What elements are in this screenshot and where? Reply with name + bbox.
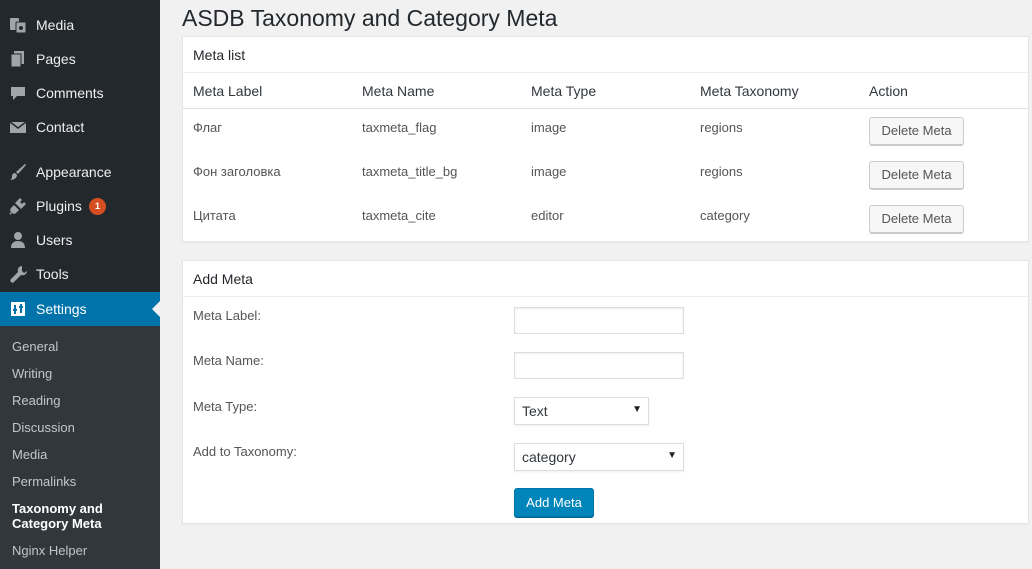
sidebar-item-label: Comments <box>36 85 104 101</box>
row-meta-type: image <box>531 164 567 179</box>
wrench-icon <box>9 265 27 283</box>
delete-meta-button[interactable]: Delete Meta <box>869 117 964 145</box>
column-header-meta-label: Meta Label <box>193 83 263 99</box>
meta-name-label: Meta Name: <box>193 353 264 368</box>
row-meta-name: taxmeta_flag <box>362 120 437 135</box>
mail-icon <box>9 118 27 136</box>
meta-name-input[interactable] <box>514 352 684 379</box>
sidebar-item-label: Tools <box>36 266 69 282</box>
taxonomy-selected: category <box>522 449 576 465</box>
page-title: ASDB Taxonomy and Category Meta <box>182 5 558 31</box>
chevron-down-icon: ▼ <box>667 450 677 461</box>
meta-type-label: Meta Type: <box>193 399 258 414</box>
submenu-item-nginx-helper[interactable]: Nginx Helper <box>12 543 152 558</box>
submenu-item-permalinks[interactable]: Permalinks <box>12 474 152 489</box>
row-meta-label: Цитата <box>193 208 236 223</box>
table-header-divider <box>183 108 1028 109</box>
row-meta-type: editor <box>531 208 564 223</box>
submenu-item-discussion[interactable]: Discussion <box>12 420 152 435</box>
meta-list-panel: Meta list Meta Label Meta Name Meta Type… <box>182 36 1029 242</box>
row-meta-type: image <box>531 120 567 135</box>
users-icon <box>9 231 27 249</box>
add-meta-panel: Add Meta Meta Label: Meta Name: Meta Typ… <box>182 260 1029 524</box>
sidebar-item-plugins[interactable]: Plugins 1 <box>0 189 160 223</box>
add-meta-title: Add Meta <box>183 261 1028 297</box>
sidebar-item-appearance[interactable]: Appearance <box>0 155 160 189</box>
delete-meta-button[interactable]: Delete Meta <box>869 205 964 233</box>
row-meta-name: taxmeta_cite <box>362 208 436 223</box>
sidebar-item-label: Contact <box>36 119 85 135</box>
taxonomy-label: Add to Taxonomy: <box>193 444 297 459</box>
comments-icon <box>9 84 27 102</box>
column-header-meta-name: Meta Name <box>362 83 435 99</box>
sidebar-item-label: Users <box>36 232 73 248</box>
pages-icon <box>9 50 27 68</box>
chevron-down-icon: ▼ <box>632 404 642 415</box>
sidebar-item-comments[interactable]: Comments <box>0 76 160 110</box>
media-icon <box>9 16 27 34</box>
plugin-icon <box>9 197 27 215</box>
update-count-badge: 1 <box>89 198 106 215</box>
brush-icon <box>9 163 27 181</box>
meta-list-title: Meta list <box>183 37 1028 73</box>
submenu-item-general[interactable]: General <box>12 339 152 354</box>
submenu-item-writing[interactable]: Writing <box>12 366 152 381</box>
sidebar-item-label: Appearance <box>36 164 112 180</box>
sidebar-item-tools[interactable]: Tools <box>0 257 160 291</box>
settings-icon <box>9 300 27 318</box>
column-header-meta-taxonomy: Meta Taxonomy <box>700 83 799 99</box>
sidebar-item-label: Plugins <box>36 198 82 214</box>
sidebar-item-media[interactable]: Media <box>0 8 160 42</box>
row-meta-taxonomy: regions <box>700 164 743 179</box>
row-meta-label: Флаг <box>193 120 223 135</box>
sidebar-item-label: Media <box>36 17 75 33</box>
add-meta-button[interactable]: Add Meta <box>514 488 594 517</box>
sidebar-item-pages[interactable]: Pages <box>0 42 160 76</box>
meta-type-select[interactable]: Text ▼ <box>514 397 649 425</box>
submenu-item-taxonomy-meta[interactable]: Taxonomy and Category Meta <box>12 501 122 531</box>
meta-label-label: Meta Label: <box>193 308 261 323</box>
sidebar-item-contact[interactable]: Contact <box>0 110 160 144</box>
row-meta-taxonomy: regions <box>700 120 743 135</box>
delete-meta-button[interactable]: Delete Meta <box>869 161 964 189</box>
row-meta-taxonomy: category <box>700 208 750 223</box>
settings-submenu: General Writing Reading Discussion Media… <box>0 326 160 569</box>
sidebar-item-label: Settings <box>36 301 87 317</box>
row-meta-label: Фон заголовка <box>193 164 281 179</box>
admin-sidebar: Media Pages Comments Contact Appearance … <box>0 0 160 569</box>
sidebar-item-settings[interactable]: Settings <box>0 292 160 326</box>
column-header-meta-type: Meta Type <box>531 83 597 99</box>
meta-label-input[interactable] <box>514 307 684 334</box>
row-meta-name: taxmeta_title_bg <box>362 164 458 179</box>
submenu-item-media[interactable]: Media <box>12 447 152 462</box>
taxonomy-select[interactable]: category ▼ <box>514 443 684 471</box>
submenu-item-reading[interactable]: Reading <box>12 393 152 408</box>
meta-type-selected: Text <box>522 403 548 419</box>
sidebar-item-label: Pages <box>36 51 76 67</box>
column-header-action: Action <box>869 83 908 99</box>
sidebar-item-users[interactable]: Users <box>0 223 160 257</box>
